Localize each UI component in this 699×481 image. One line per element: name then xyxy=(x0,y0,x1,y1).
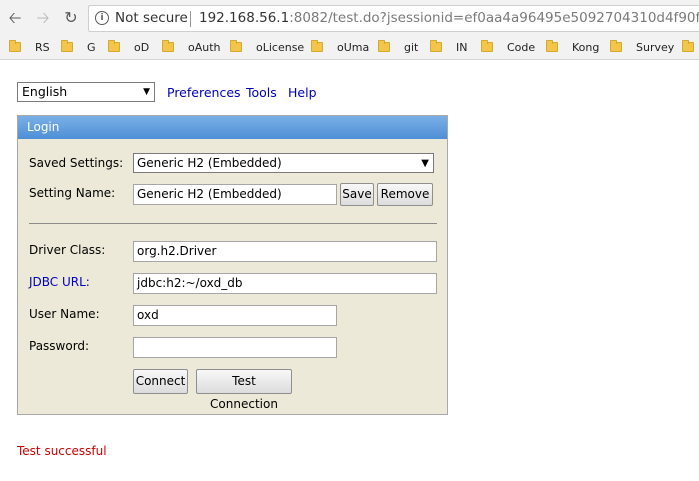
jdbc-url-link[interactable]: JDBC URL: xyxy=(29,275,90,289)
saved-settings-select[interactable]: Generic H2 (Embedded) ▼ xyxy=(133,153,434,173)
help-link[interactable]: Help xyxy=(288,85,317,100)
folder-icon xyxy=(430,40,442,52)
password-label: Password: xyxy=(29,339,90,353)
folder-icon xyxy=(108,40,120,52)
tools-link[interactable]: Tools xyxy=(246,85,277,100)
folder-icon xyxy=(610,40,622,52)
bookmark-label: oUma xyxy=(337,41,370,54)
preferences-link[interactable]: Preferences xyxy=(167,85,241,100)
bookmark-label: RS xyxy=(35,41,50,54)
bookmark-olicense[interactable]: oLicense xyxy=(230,40,304,56)
bookmark-label: git xyxy=(404,41,419,54)
login-panel: Login Saved Settings: Generic H2 (Embedd… xyxy=(17,115,448,415)
folder-icon xyxy=(230,40,242,52)
bookmark-git[interactable]: git xyxy=(378,40,418,56)
setting-name-input[interactable]: Generic H2 (Embedded) xyxy=(133,184,337,205)
url-path: :8082/test.do?jsessionid=ef0aa4a96495e50… xyxy=(289,10,699,26)
bookmark-label: oLicense xyxy=(256,41,305,54)
back-arrow-icon[interactable]: 🡠 xyxy=(5,7,25,29)
bookmarks-bar: RS G oD oAuth oLicense oUma git IN Code … xyxy=(0,36,699,60)
test-connection-button[interactable]: Test Connection xyxy=(196,369,292,411)
bookmark-label: G xyxy=(87,41,96,54)
info-icon[interactable]: i xyxy=(95,11,109,25)
bookmark-overflow[interactable] xyxy=(682,40,699,56)
bookmark-oauth[interactable]: oAuth xyxy=(162,40,221,56)
remove-button[interactable]: Remove xyxy=(377,183,433,206)
folder-icon xyxy=(378,40,390,52)
bookmark-label: oAuth xyxy=(188,41,221,54)
dropdown-arrow-icon: ▼ xyxy=(421,158,429,169)
browser-toolbar: 🡠 🡢 ↻ i Not secure 192.168.56.1:8082/tes… xyxy=(0,0,699,36)
driver-class-label: Driver Class: xyxy=(29,243,106,257)
setting-name-label: Setting Name: xyxy=(29,186,116,200)
bookmark-label: Kong xyxy=(572,41,600,54)
bookmark-label: IN xyxy=(456,41,468,54)
bookmark-label: Code xyxy=(507,41,536,54)
password-input[interactable] xyxy=(133,337,337,358)
address-divider xyxy=(190,11,191,27)
saved-settings-value: Generic H2 (Embedded) xyxy=(137,156,282,170)
language-select[interactable]: English ▼ xyxy=(17,82,155,102)
bookmark-code[interactable]: Code xyxy=(481,40,535,56)
address-bar[interactable]: i Not secure 192.168.56.1:8082/test.do?j… xyxy=(88,5,699,32)
folder-icon xyxy=(9,40,21,52)
saved-settings-label: Saved Settings: xyxy=(29,156,124,170)
user-name-label: User Name: xyxy=(29,307,100,321)
bookmark-label: Survey xyxy=(636,41,675,54)
bookmark-kong[interactable]: Kong xyxy=(546,40,599,56)
driver-class-input[interactable]: org.h2.Driver xyxy=(133,241,437,262)
folder-icon xyxy=(61,40,73,52)
bookmark-label: oD xyxy=(134,41,150,54)
folder-icon xyxy=(481,40,493,52)
bookmark-od[interactable]: oD xyxy=(108,40,149,56)
folder-icon xyxy=(546,40,558,52)
language-value: English xyxy=(22,84,68,99)
divider xyxy=(29,223,437,224)
reload-icon[interactable]: ↻ xyxy=(61,7,81,29)
status-message: Test successful xyxy=(17,444,107,458)
folder-icon xyxy=(682,40,694,52)
bookmark-ouma[interactable]: oUma xyxy=(311,40,369,56)
folder-icon xyxy=(162,40,174,52)
url-text[interactable]: 192.168.56.1:8082/test.do?jsessionid=ef0… xyxy=(199,6,699,31)
bookmark-rs[interactable]: RS xyxy=(9,40,50,56)
connect-button[interactable]: Connect xyxy=(133,369,188,394)
bookmark-survey[interactable]: Survey xyxy=(610,40,674,56)
dropdown-arrow-icon: ▼ xyxy=(143,87,150,97)
url-host: 192.168.56.1 xyxy=(199,10,290,26)
save-button[interactable]: Save xyxy=(340,183,374,206)
not-secure-label: Not secure xyxy=(115,10,188,26)
folder-icon xyxy=(311,40,323,52)
user-name-input[interactable]: oxd xyxy=(133,305,337,326)
bookmark-g[interactable]: G xyxy=(61,40,96,56)
bookmark-in[interactable]: IN xyxy=(430,40,467,56)
login-title: Login xyxy=(18,116,447,139)
jdbc-url-input[interactable]: jdbc:h2:~/oxd_db xyxy=(133,273,437,294)
forward-arrow-icon[interactable]: 🡢 xyxy=(33,7,53,29)
